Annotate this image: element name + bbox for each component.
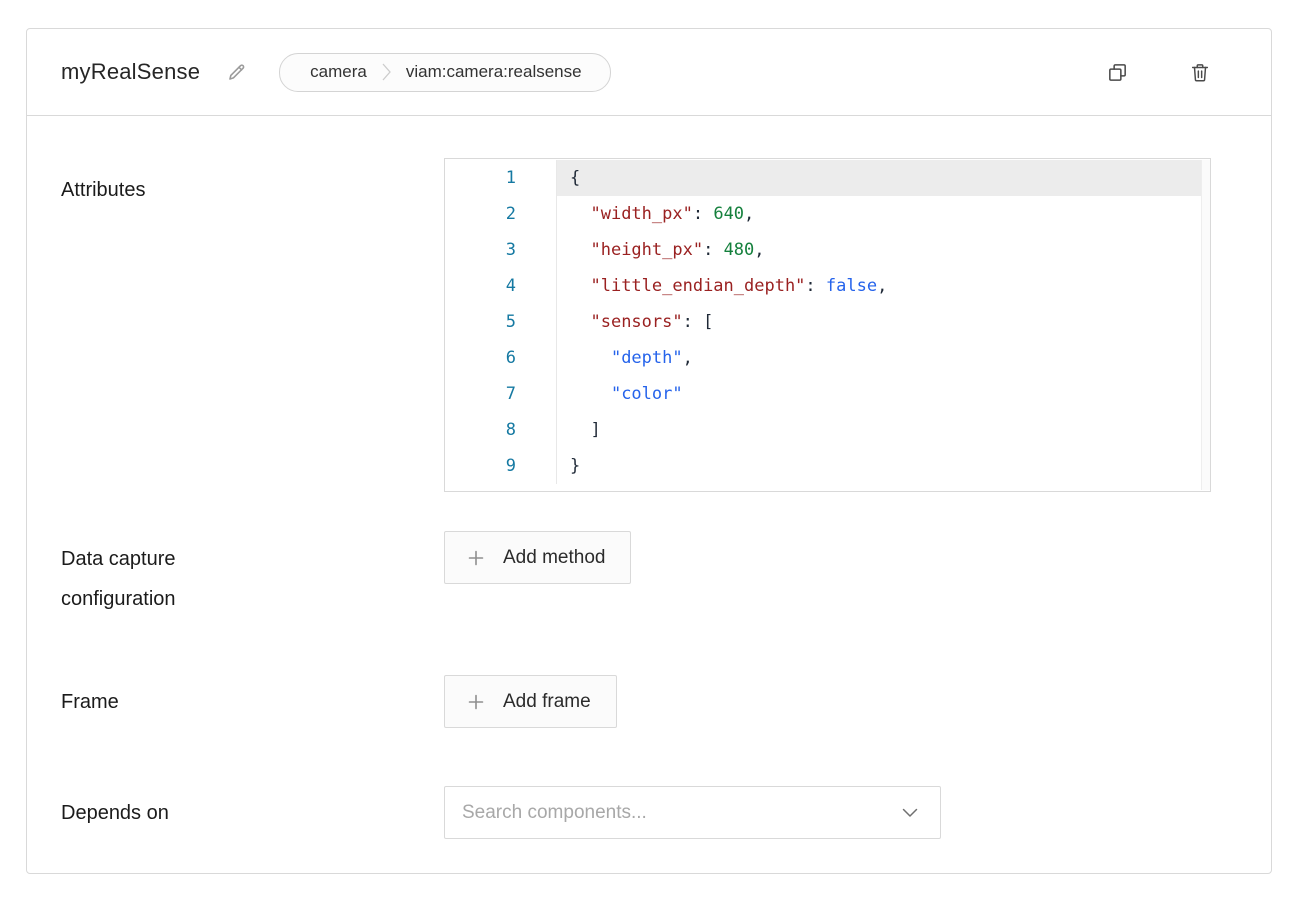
code-token: "height_px" bbox=[590, 240, 703, 260]
component-type-badge: camera viam:camera:realsense bbox=[279, 53, 610, 92]
plus-icon bbox=[468, 694, 484, 710]
code-text: "little_endian_depth": false, bbox=[557, 268, 1201, 304]
code-text: "color" bbox=[557, 376, 1201, 412]
chevron-down-icon[interactable] bbox=[902, 808, 918, 818]
search-components-input[interactable] bbox=[445, 787, 940, 838]
depends-on-select[interactable] bbox=[444, 786, 941, 839]
code-line[interactable]: 4 "little_endian_depth": false, bbox=[445, 268, 1210, 304]
component-card-body: Attributes 1{2 "width_px": 640,3 "height… bbox=[27, 116, 1271, 839]
code-token: 480 bbox=[724, 240, 755, 260]
component-card: myRealSense camera viam:camera:realsense bbox=[26, 28, 1272, 874]
component-type-label: camera bbox=[310, 62, 367, 82]
plus-icon bbox=[468, 550, 484, 566]
attributes-code-editor[interactable]: 1{2 "width_px": 640,3 "height_px": 480,4… bbox=[444, 158, 1211, 492]
code-token: , bbox=[744, 204, 754, 224]
editor-scrollbar[interactable] bbox=[1201, 160, 1210, 490]
code-token bbox=[570, 240, 590, 260]
code-token: , bbox=[683, 348, 693, 368]
line-number: 3 bbox=[445, 232, 557, 268]
code-text: ] bbox=[557, 412, 1201, 448]
code-token bbox=[570, 312, 590, 332]
header-actions bbox=[1102, 57, 1215, 88]
add-frame-label: Add frame bbox=[503, 691, 591, 713]
line-number: 9 bbox=[445, 448, 557, 484]
line-number: 8 bbox=[445, 412, 557, 448]
add-method-button[interactable]: Add method bbox=[444, 531, 631, 584]
code-line[interactable]: 2 "width_px": 640, bbox=[445, 196, 1210, 232]
data-capture-row: Data capture configuration Add method bbox=[61, 531, 1237, 619]
code-token: ] bbox=[570, 420, 601, 440]
code-text: } bbox=[557, 448, 1201, 484]
code-token: 640 bbox=[713, 204, 744, 224]
code-text: "sensors": [ bbox=[557, 304, 1201, 340]
code-token: : bbox=[703, 240, 723, 260]
frame-row: Frame Add frame bbox=[61, 675, 1237, 728]
data-capture-label: Data capture configuration bbox=[61, 531, 444, 619]
code-token bbox=[570, 348, 611, 368]
code-token: "little_endian_depth" bbox=[590, 276, 805, 296]
edit-name-button[interactable] bbox=[222, 58, 251, 87]
duplicate-button[interactable] bbox=[1102, 57, 1133, 88]
code-token bbox=[570, 276, 590, 296]
code-token: : bbox=[693, 204, 713, 224]
add-method-label: Add method bbox=[503, 547, 605, 569]
code-token bbox=[570, 204, 590, 224]
code-token: : bbox=[805, 276, 825, 296]
line-number: 1 bbox=[445, 160, 557, 196]
line-number: 6 bbox=[445, 340, 557, 376]
code-token: "sensors" bbox=[590, 312, 682, 332]
component-card-header: myRealSense camera viam:camera:realsense bbox=[27, 29, 1271, 116]
code-token: "width_px" bbox=[590, 204, 692, 224]
code-line[interactable]: 6 "depth", bbox=[445, 340, 1210, 376]
trash-icon bbox=[1189, 61, 1211, 84]
code-token: { bbox=[570, 168, 580, 188]
attributes-label: Attributes bbox=[61, 158, 444, 492]
depends-on-row: Depends on bbox=[61, 786, 1237, 839]
code-token: , bbox=[877, 276, 887, 296]
copy-icon bbox=[1106, 61, 1129, 84]
component-model-label: viam:camera:realsense bbox=[406, 62, 582, 82]
code-token: "color" bbox=[611, 384, 683, 404]
line-number: 2 bbox=[445, 196, 557, 232]
chevron-right-icon bbox=[382, 62, 391, 82]
line-number: 7 bbox=[445, 376, 557, 412]
line-number: 5 bbox=[445, 304, 557, 340]
delete-button[interactable] bbox=[1185, 57, 1215, 88]
add-frame-button[interactable]: Add frame bbox=[444, 675, 617, 728]
frame-label: Frame bbox=[61, 682, 444, 722]
code-line[interactable]: 8 ] bbox=[445, 412, 1210, 448]
depends-on-label: Depends on bbox=[61, 793, 444, 833]
code-token: : [ bbox=[683, 312, 714, 332]
code-token bbox=[570, 384, 611, 404]
code-line[interactable]: 1{ bbox=[445, 160, 1210, 196]
attributes-editor-lines: 1{2 "width_px": 640,3 "height_px": 480,4… bbox=[445, 160, 1210, 484]
code-token: } bbox=[570, 456, 580, 476]
code-text: { bbox=[557, 160, 1201, 196]
code-token: false bbox=[826, 276, 877, 296]
code-text: "width_px": 640, bbox=[557, 196, 1201, 232]
attributes-row: Attributes 1{2 "width_px": 640,3 "height… bbox=[61, 158, 1237, 492]
code-token: "depth" bbox=[611, 348, 683, 368]
code-line[interactable]: 5 "sensors": [ bbox=[445, 304, 1210, 340]
code-token: , bbox=[754, 240, 764, 260]
line-number: 4 bbox=[445, 268, 557, 304]
code-line[interactable]: 9} bbox=[445, 448, 1210, 484]
code-text: "depth", bbox=[557, 340, 1201, 376]
code-text: "height_px": 480, bbox=[557, 232, 1201, 268]
code-line[interactable]: 3 "height_px": 480, bbox=[445, 232, 1210, 268]
pencil-icon bbox=[226, 62, 247, 83]
page-title: myRealSense bbox=[61, 59, 200, 85]
code-line[interactable]: 7 "color" bbox=[445, 376, 1210, 412]
